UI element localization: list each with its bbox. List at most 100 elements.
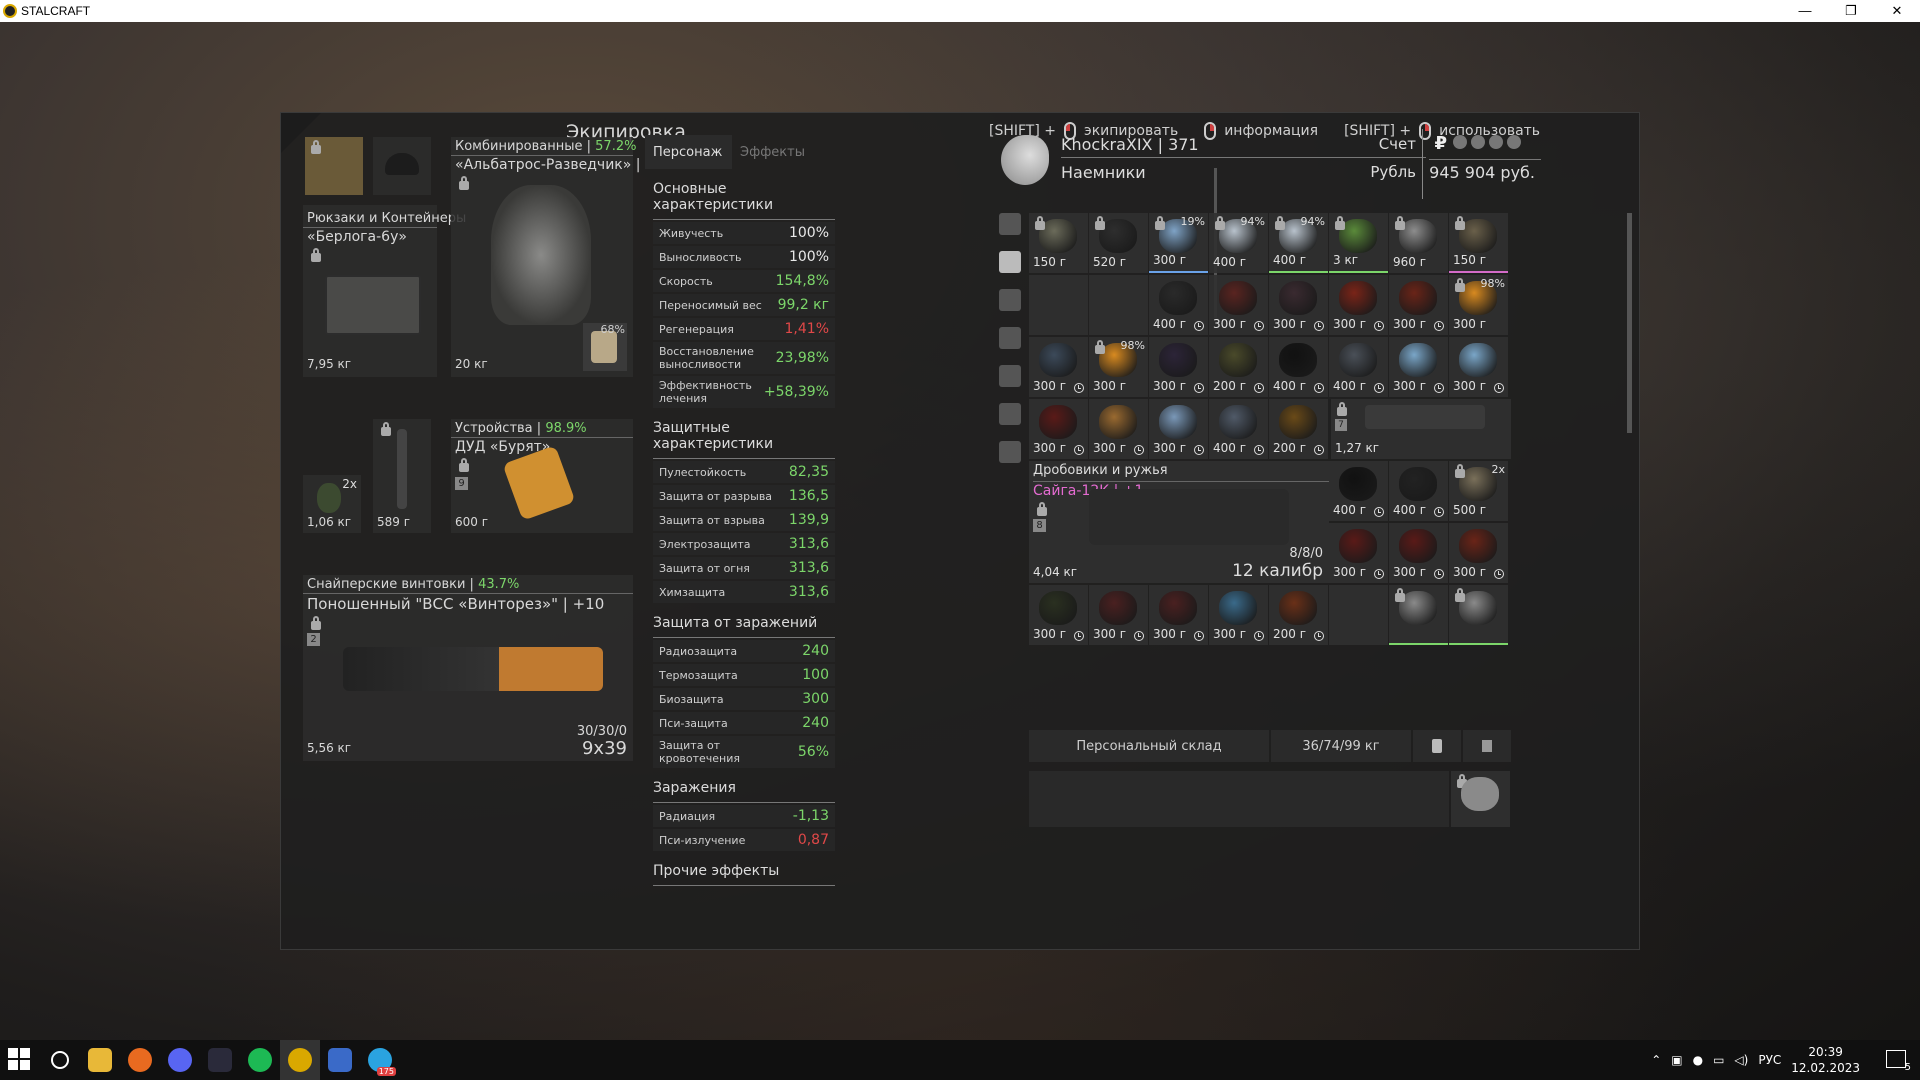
currency-coin-icon[interactable] — [1507, 135, 1521, 149]
knife-slot[interactable]: 589 г — [373, 419, 431, 533]
inventory-cell[interactable]: 300 г — [1329, 523, 1388, 583]
grenade-slot[interactable]: 2x 1,06 кг — [303, 475, 361, 533]
inventory-cell[interactable]: 300 г — [1029, 585, 1088, 645]
inventory-cell[interactable]: 200 г — [1269, 585, 1328, 645]
currency-leaf-icon[interactable] — [1489, 135, 1503, 149]
inventory-cell[interactable]: 400 г — [1149, 275, 1208, 335]
maximize-button[interactable]: ❐ — [1828, 0, 1874, 22]
inventory-cell[interactable]: 300 г — [1149, 585, 1208, 645]
inventory-cell[interactable]: 300 г — [1029, 337, 1088, 397]
empty-inventory-cell[interactable] — [1329, 585, 1388, 645]
trash-button[interactable] — [1463, 730, 1511, 762]
stat-row: Выносливость 100% — [653, 246, 835, 268]
helmet-slot[interactable] — [373, 137, 431, 195]
tools-filter-icon[interactable] — [999, 403, 1021, 425]
pistol-item[interactable]: 7 1,27 кг — [1331, 399, 1511, 459]
explorer-button[interactable] — [80, 1040, 120, 1080]
empty-inventory-cell[interactable] — [1089, 275, 1148, 335]
inventory-cell[interactable]: 94% 400 г — [1269, 213, 1328, 273]
clock[interactable]: 20:39 12.02.2023 — [1791, 1044, 1860, 1076]
stat-value: 240 — [802, 715, 829, 731]
language-indicator[interactable]: РУС — [1758, 1053, 1781, 1067]
device-slot[interactable]: Устройства | 98.9% ДУД «Бурят» 9 600 г — [451, 419, 633, 533]
tab-character[interactable]: Персонаж — [645, 135, 732, 169]
inventory-cell[interactable]: 300 г — [1389, 337, 1448, 397]
sort-button[interactable] — [1413, 730, 1461, 762]
inventory-cell[interactable]: 300 г — [1389, 275, 1448, 335]
search-button[interactable] — [40, 1040, 80, 1080]
inventory-cell[interactable]: 200 г — [1209, 337, 1268, 397]
inventory-cell[interactable]: 400 г — [1329, 337, 1388, 397]
inventory-cell[interactable]: 300 г — [1449, 523, 1508, 583]
inventory-cell[interactable]: 400 г — [1269, 337, 1328, 397]
profile-header: KhockraXIX | 371 Наемники Счет Рубль ₽ 9… — [1001, 129, 1541, 199]
inventory-cell[interactable]: 200 г — [1269, 399, 1328, 459]
list-view-icon[interactable] — [999, 213, 1021, 235]
shotgun-item[interactable]: Дробовики и ружья Сайга-12К | +1 8 4,04 … — [1029, 461, 1329, 583]
inventory-cell[interactable] — [1389, 585, 1448, 645]
inventory-cell[interactable]: 98% 300 г — [1449, 275, 1508, 335]
currency-gear-icon[interactable] — [1453, 135, 1467, 149]
sniper-slot[interactable]: Снайперские винтовки | 43.7% Поношенный … — [303, 575, 633, 761]
inventory-cell[interactable]: 2x 500 г — [1449, 461, 1508, 521]
stat-value: 0,87 — [797, 832, 829, 848]
launcher-button[interactable] — [320, 1040, 360, 1080]
spotify-button[interactable] — [240, 1040, 280, 1080]
network-icon[interactable]: ▭ — [1713, 1053, 1724, 1067]
start-button[interactable] — [0, 1040, 40, 1080]
inventory-cell[interactable]: 300 г — [1149, 399, 1208, 459]
inventory-cell[interactable]: 400 г — [1389, 461, 1448, 521]
item-icon — [1399, 343, 1437, 377]
artifacts-filter-icon[interactable] — [999, 365, 1021, 387]
inventory-cell[interactable] — [1451, 771, 1510, 827]
empty-cells[interactable] — [1029, 771, 1449, 827]
telegram-button[interactable]: 175 — [360, 1040, 400, 1080]
inventory-cell[interactable]: 19% 300 г — [1149, 213, 1208, 273]
currency-flower-icon[interactable] — [1471, 135, 1485, 149]
stalcraft-taskbar-button[interactable] — [280, 1040, 320, 1080]
inventory-cell[interactable]: 300 г — [1089, 585, 1148, 645]
armor-filter-icon[interactable] — [999, 327, 1021, 349]
inventory-cell[interactable] — [1449, 585, 1508, 645]
empty-inventory-cell[interactable] — [1029, 275, 1088, 335]
backpack-slot[interactable]: Рюкзаки и Контейнеры «Берлога-6у» 7,95 к… — [303, 205, 466, 377]
firefox-button[interactable] — [120, 1040, 160, 1080]
inventory-cell[interactable]: 94% 400 г — [1209, 213, 1268, 273]
inventory-cell[interactable]: 300 г — [1149, 337, 1208, 397]
inventory-cell[interactable]: 300 г — [1209, 585, 1268, 645]
inventory-cell[interactable]: 400 г — [1329, 461, 1388, 521]
volume-icon[interactable]: ◁) — [1734, 1053, 1748, 1067]
app-button[interactable] — [200, 1040, 240, 1080]
notifications-icon[interactable]: 5 — [1886, 1050, 1911, 1073]
inventory-cell[interactable]: 400 г — [1209, 399, 1268, 459]
inventory-cell[interactable]: 520 г — [1089, 213, 1148, 273]
inventory-cell[interactable]: 98% 300 г — [1089, 337, 1148, 397]
minimize-button[interactable]: — — [1782, 0, 1828, 22]
personal-storage-button[interactable]: Персональный склад — [1029, 730, 1269, 762]
grid-view-icon[interactable] — [999, 251, 1021, 273]
microphone-icon[interactable]: ● — [1693, 1053, 1703, 1067]
inventory-cell[interactable]: 300 г — [1029, 399, 1088, 459]
inventory-cell[interactable]: 300 г — [1389, 523, 1448, 583]
ruble-icon[interactable]: ₽ — [1434, 133, 1447, 154]
armor-plate-slot[interactable]: 68% — [583, 323, 627, 371]
inventory-cell[interactable]: 300 г — [1209, 275, 1268, 335]
weapons-filter-icon[interactable] — [999, 289, 1021, 311]
inventory-cell[interactable]: 300 г — [1089, 399, 1148, 459]
chevron-up-icon[interactable]: ⌃ — [1651, 1053, 1661, 1067]
inventory-cell[interactable]: 300 г — [1269, 275, 1328, 335]
meet-icon[interactable]: ▣ — [1671, 1053, 1682, 1067]
inventory-cell[interactable]: 960 г — [1389, 213, 1448, 273]
inventory-scrollbar[interactable] — [1627, 213, 1632, 433]
mask-slot[interactable] — [305, 137, 363, 195]
other-filter-icon[interactable] — [999, 441, 1021, 463]
armor-slot[interactable]: Комбинированные | 57.2% «Альбатрос-Разве… — [451, 137, 666, 377]
tab-effects[interactable]: Эффекты — [732, 135, 819, 169]
inventory-cell[interactable]: 150 г — [1449, 213, 1508, 273]
inventory-cell[interactable]: 300 г — [1449, 337, 1508, 397]
discord-button[interactable] — [160, 1040, 200, 1080]
inventory-cell[interactable]: 300 г — [1329, 275, 1388, 335]
inventory-cell[interactable]: 3 кг — [1329, 213, 1388, 273]
close-button[interactable]: ✕ — [1874, 0, 1920, 22]
inventory-cell[interactable]: 150 г — [1029, 213, 1088, 273]
